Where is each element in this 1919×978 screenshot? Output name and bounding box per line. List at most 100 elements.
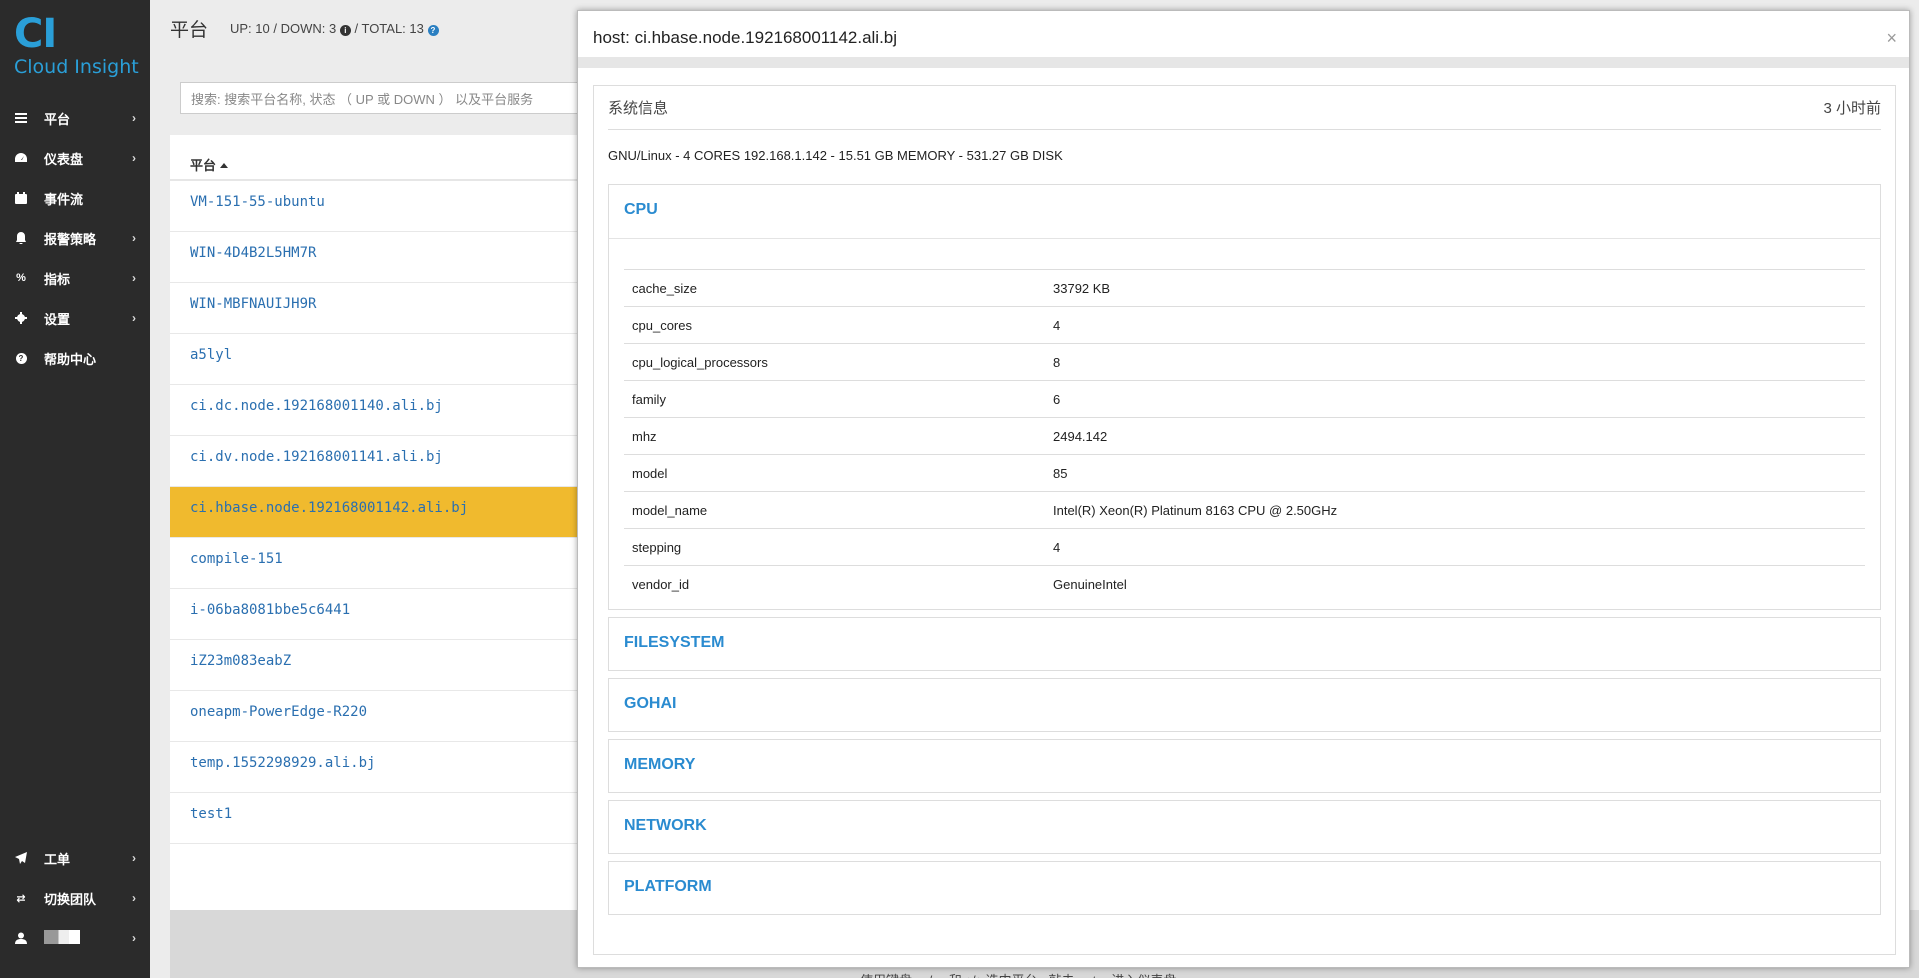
question-icon: ?: [14, 351, 28, 365]
close-icon[interactable]: ×: [1886, 28, 1897, 49]
cpu-value: 8: [1053, 354, 1061, 370]
cpu-row: model_name Intel(R) Xeon(R) Platinum 8163…: [624, 492, 1865, 529]
system-info-title: 系统信息: [608, 100, 669, 117]
cpu-row: stepping 4: [624, 529, 1865, 566]
page-title: 平台: [170, 20, 209, 41]
cpu-value: 4: [1053, 539, 1061, 555]
gear-icon: [14, 311, 28, 325]
brand-logo[interactable]: CI Cloud Insight: [14, 12, 139, 78]
user-avatar-redacted: [44, 929, 132, 947]
platform-name[interactable]: test1: [190, 806, 232, 822]
host-stats: UP: 10 / DOWN: 3 i / TOTAL: 13 ?: [230, 21, 439, 36]
stat-up: UP: 10: [230, 21, 270, 36]
sidebar-item-user[interactable]: ›: [0, 918, 150, 958]
sidebar-item-tickets[interactable]: 工单 ›: [0, 838, 150, 878]
info-icon[interactable]: i: [339, 25, 351, 36]
sidebar-item-label: 报警策略: [44, 231, 97, 247]
bell-icon: [14, 231, 28, 245]
sidebar-item-label: 切换团队: [44, 891, 97, 907]
section-platform-toggle[interactable]: PLATFORM: [609, 862, 1880, 914]
calendar-icon: [14, 191, 28, 205]
section-gohai-toggle[interactable]: GOHAI: [609, 679, 1880, 731]
cpu-key: mhz: [632, 428, 657, 444]
cpu-row: mhz 2494.142: [624, 418, 1865, 455]
platform-name[interactable]: ci.dc.node.192168001140.ali.bj: [190, 398, 443, 414]
platform-name[interactable]: VM-151-55-ubuntu: [190, 194, 325, 210]
system-info-header: 系统信息 3 小时前: [608, 86, 1881, 130]
cpu-row: model 85: [624, 455, 1865, 492]
stat-sep: /: [273, 21, 281, 36]
sidebar-item-label: 事件流: [44, 191, 84, 207]
help-icon[interactable]: ?: [427, 25, 439, 36]
sidebar-item-switch-team[interactable]: ⇄ 切换团队 ›: [0, 878, 150, 918]
section-memory-toggle[interactable]: MEMORY: [609, 740, 1880, 792]
platform-name[interactable]: a5lyl: [190, 347, 232, 363]
cpu-value: 85: [1053, 465, 1068, 481]
cpu-key: family: [632, 391, 666, 407]
logo-mark: CI: [14, 11, 57, 57]
cpu-key: cache_size: [632, 280, 698, 296]
sidebar-item-label: 设置: [44, 311, 71, 327]
cpu-key: model_name: [632, 502, 708, 518]
section-cpu-toggle[interactable]: CPU: [609, 185, 1880, 239]
send-icon: [14, 851, 28, 865]
exchange-icon: ⇄: [16, 892, 26, 905]
chevron-right-icon: ›: [132, 111, 136, 125]
sidebar-item-label: 平台: [44, 111, 71, 127]
chevron-right-icon: ›: [132, 931, 136, 945]
cpu-value: Intel(R) Xeon(R) Platinum 8163 CPU @ 2.5…: [1053, 502, 1338, 518]
platform-name[interactable]: WIN-4D4B2L5HM7R: [190, 245, 316, 261]
cpu-row: cache_size 33792 KB: [624, 270, 1865, 307]
chevron-right-icon: ›: [132, 851, 136, 865]
chevron-right-icon: ›: [132, 231, 136, 245]
cpu-value: 2494.142: [1053, 428, 1108, 444]
sidebar-nav: 平台 › 仪表盘 › 事件流 报警策略 › % 指标 › 设置 › ? 帮助中心: [0, 98, 150, 378]
platform-name[interactable]: compile-151: [190, 551, 283, 567]
logo-text: Cloud Insight: [14, 56, 139, 78]
cpu-key: cpu_cores: [632, 317, 692, 333]
chevron-right-icon: ›: [132, 151, 136, 165]
platform-name[interactable]: temp.1552298929.ali.bj: [190, 755, 375, 771]
cpu-key: model: [632, 465, 668, 481]
cpu-value: GenuineIntel: [1053, 577, 1127, 592]
section-memory: MEMORY: [608, 739, 1881, 793]
cpu-row: family 6: [624, 381, 1865, 418]
sidebar-item-help[interactable]: ? 帮助中心: [0, 338, 150, 378]
sidebar-item-events[interactable]: 事件流: [0, 178, 150, 218]
modal-title: host: ci.hbase.node.192168001142.ali.bj: [593, 28, 898, 47]
system-summary: GNU/Linux - 4 CORES 192.168.1.142 - 15.5…: [608, 148, 1063, 163]
sidebar-item-dashboard[interactable]: 仪表盘 ›: [0, 138, 150, 178]
sort-asc-icon: [220, 163, 229, 168]
column-label: 平台: [190, 158, 217, 173]
platform-name[interactable]: ci.dv.node.192168001141.ali.bj: [190, 449, 443, 465]
cpu-key: vendor_id: [632, 577, 690, 592]
section-platform: PLATFORM: [608, 861, 1881, 915]
sidebar-item-metrics[interactable]: % 指标 ›: [0, 258, 150, 298]
sidebar-item-platform[interactable]: 平台 ›: [0, 98, 150, 138]
last-updated: 3 小时前: [1823, 100, 1881, 117]
section-filesystem-toggle[interactable]: FILESYSTEM: [609, 618, 1880, 670]
cpu-row: cpu_logical_processors 8: [624, 344, 1865, 381]
section-network: NETWORK: [608, 800, 1881, 854]
host-detail-modal: host: ci.hbase.node.192168001142.ali.bj …: [577, 10, 1910, 968]
modal-header: host: ci.hbase.node.192168001142.ali.bj …: [578, 11, 1909, 57]
section-gohai: GOHAI: [608, 678, 1881, 732]
platform-name[interactable]: oneapm-PowerEdge-R220: [190, 704, 367, 720]
list-icon: [14, 111, 28, 125]
sidebar-item-alerts[interactable]: 报警策略 ›: [0, 218, 150, 258]
sidebar-item-label: 仪表盘: [44, 151, 84, 167]
sidebar-item-label: 工单: [44, 851, 71, 867]
platform-name[interactable]: iZ23m083eabZ: [190, 653, 291, 669]
platform-name[interactable]: WIN-MBFNAUIJH9R: [190, 296, 316, 312]
modal-divider: [578, 57, 1909, 68]
cpu-value: 4: [1053, 317, 1061, 333]
section-network-toggle[interactable]: NETWORK: [609, 801, 1880, 853]
percent-icon: %: [16, 272, 26, 284]
cpu-row: vendor_id GenuineIntel: [624, 566, 1865, 603]
sidebar-item-settings[interactable]: 设置 ›: [0, 298, 150, 338]
chevron-right-icon: ›: [132, 271, 136, 285]
collapsed-sections: FILESYSTEM GOHAI MEMORY NETWORK PLATFORM: [608, 617, 1881, 915]
platform-name[interactable]: ci.hbase.node.192168001142.ali.bj: [190, 500, 468, 516]
keyboard-hint: 使用键盘 ←/→ 和 ↑/↓ 选中平台 , 敲击 enter 进入仪表盘: [860, 970, 1176, 978]
platform-name[interactable]: i-06ba8081bbe5c6441: [190, 602, 350, 618]
